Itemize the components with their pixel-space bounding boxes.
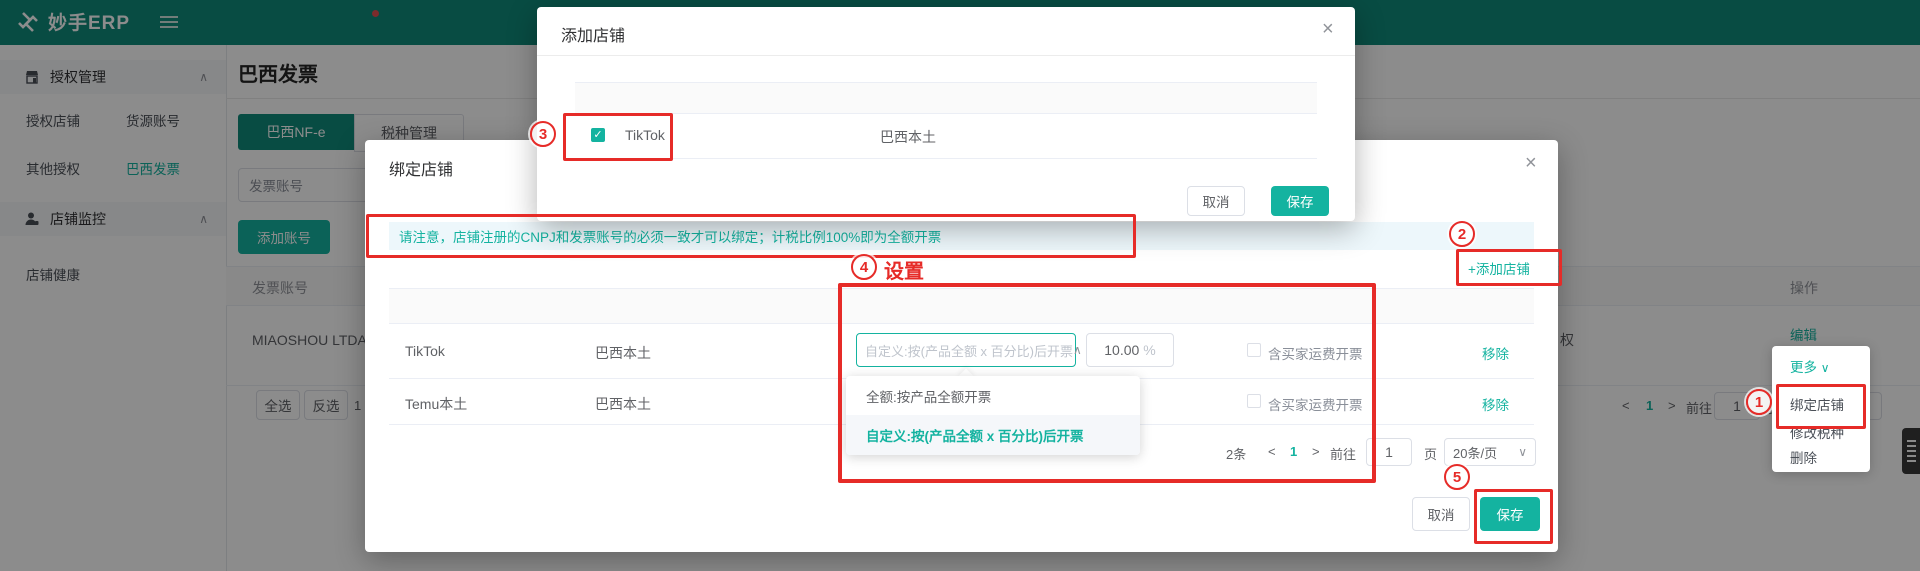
row-checkbox[interactable]: ✓ xyxy=(591,128,605,142)
add-save-button[interactable]: 保存 xyxy=(1271,186,1329,216)
side-toolbar-widget[interactable] xyxy=(1902,428,1920,474)
chevron-down-icon: ∨ xyxy=(1518,445,1527,459)
bind-modal-title: 绑定店铺 xyxy=(389,162,454,179)
price-mode-value: 自定义:按(产品全额 x 百分比)后开票 xyxy=(865,343,1073,359)
page-prev-icon[interactable]: < xyxy=(1268,444,1276,459)
modal-header-divider xyxy=(537,55,1355,56)
add-store-link[interactable]: +添加店铺 xyxy=(1468,258,1530,278)
table-bottom-border xyxy=(575,158,1317,159)
price-mode-options-panel: 全额:按产品全额开票 自定义:按(产品全额 x 百分比)后开票 xyxy=(846,376,1140,455)
row2-platform: Temu本土 xyxy=(405,396,468,412)
option-full-label: 全额:按产品全额开票 xyxy=(866,389,992,405)
row-store: 巴西本土 xyxy=(880,129,936,145)
notice-text: 请注意，店铺注册的CNPJ和发票账号的必须一致才可以绑定；计税比例100%即为全… xyxy=(399,230,942,245)
add-table-header xyxy=(575,82,1317,114)
row1-percent-input[interactable]: 10.00 % xyxy=(1086,333,1174,367)
row1-price-mode-select[interactable]: 自定义:按(产品全额 x 百分比)后开票 ∧ xyxy=(856,333,1082,367)
page-size-value: 20条/页 xyxy=(1453,445,1498,461)
chevron-up-icon: ∧ xyxy=(1073,343,1082,357)
row2-store: 巴西本土 xyxy=(595,396,651,412)
row1-platform: TikTok xyxy=(405,343,445,359)
page-size-select[interactable]: 20条/页 ∨ xyxy=(1444,438,1536,466)
bind-table-header xyxy=(389,288,1534,324)
goto-page-input[interactable]: 1 xyxy=(1366,438,1412,466)
option-custom-label: 自定义:按(产品全额 x 百分比)后开票 xyxy=(866,429,1084,444)
row2-shipping-label: 含买家运费开票 xyxy=(1268,398,1363,413)
menu-item-bind-store[interactable]: 绑定店铺 xyxy=(1790,394,1844,414)
row1-shipping-checkbox[interactable] xyxy=(1247,343,1261,357)
option-custom-percent[interactable]: 自定义:按(产品全额 x 百分比)后开票 xyxy=(846,415,1140,455)
menu-item-delete[interactable]: 删除 xyxy=(1790,447,1817,467)
more-dropdown-trigger[interactable]: 更多 ∨ xyxy=(1790,356,1830,376)
row1-remove-link[interactable]: 移除 xyxy=(1482,343,1509,363)
page-next-icon[interactable]: > xyxy=(1312,444,1320,459)
more-label: 更多 xyxy=(1790,360,1817,375)
bind-modal-notice: 请注意，店铺注册的CNPJ和发票账号的必须一致才可以绑定；计税比例100%即为全… xyxy=(389,222,1534,250)
goto-page-label: 前往 xyxy=(1330,447,1357,462)
row1-store: 巴西本土 xyxy=(595,345,651,361)
add-modal-title: 添加店铺 xyxy=(561,28,626,45)
row2-shipping-checkbox[interactable] xyxy=(1247,394,1261,408)
add-store-modal: 添加店铺 × ✓ 平台 店铺 ✓ TikTok 巴西本土 取消 保存 xyxy=(537,7,1355,221)
total-count: 2条 xyxy=(1226,447,1247,462)
chevron-down-icon: ∨ xyxy=(1820,361,1830,375)
close-icon[interactable]: × xyxy=(1322,19,1334,39)
menu-item-modify-tax[interactable]: 修改税种 xyxy=(1790,422,1844,442)
row2-remove-link[interactable]: 移除 xyxy=(1482,394,1509,414)
page-unit-label: 页 xyxy=(1424,447,1438,462)
bind-cancel-button[interactable]: 取消 xyxy=(1412,497,1470,531)
page-number-current[interactable]: 1 xyxy=(1290,444,1297,459)
app-window: 妙手ERP 首页 产品 订单 托管 广告 数据 免费预约培训 联系客服 ? 帮助… xyxy=(0,0,1920,571)
option-full-amount[interactable]: 全额:按产品全额开票 xyxy=(846,376,1140,415)
close-icon[interactable]: × xyxy=(1525,153,1537,173)
more-actions-popup: 更多 ∨ 绑定店铺 修改税种 删除 xyxy=(1772,346,1870,472)
bind-save-button[interactable]: 保存 xyxy=(1480,497,1540,531)
percent-value: 10.00 xyxy=(1104,342,1140,358)
add-cancel-button[interactable]: 取消 xyxy=(1187,186,1245,216)
row1-shipping-label: 含买家运费开票 xyxy=(1268,347,1363,362)
row-platform: TikTok xyxy=(625,127,665,143)
goto-page-value: 1 xyxy=(1385,444,1393,460)
percent-unit: % xyxy=(1143,342,1156,358)
